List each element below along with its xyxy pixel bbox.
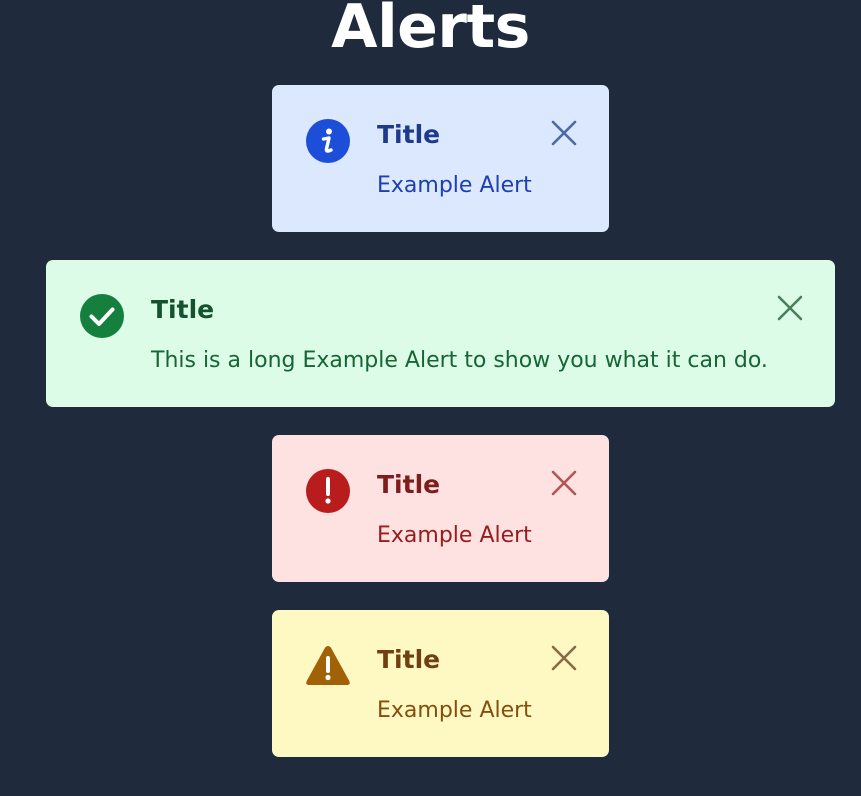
alert-title: Title [377,470,441,499]
alert-message: Example Alert [377,523,532,548]
alert-error: Title Example Alert [272,435,609,582]
warning-triangle-icon [305,643,351,689]
alert-title: Title [151,295,215,324]
close-icon[interactable] [549,468,579,498]
exclamation-circle-icon [305,468,351,514]
check-circle-icon [79,293,125,339]
alert-title: Title [377,120,441,149]
info-icon [305,118,351,164]
close-icon[interactable] [549,643,579,673]
close-icon[interactable] [549,118,579,148]
alert-message: This is a long Example Alert to show you… [151,348,768,373]
alert-message: Example Alert [377,173,532,198]
alert-title: Title [377,645,441,674]
alert-success: Title This is a long Example Alert to sh… [46,260,835,407]
alert-warning: Title Example Alert [272,610,609,757]
alert-info: Title Example Alert [272,85,609,232]
close-icon[interactable] [775,293,805,323]
page-title: Alerts [331,0,530,62]
alert-message: Example Alert [377,698,532,723]
